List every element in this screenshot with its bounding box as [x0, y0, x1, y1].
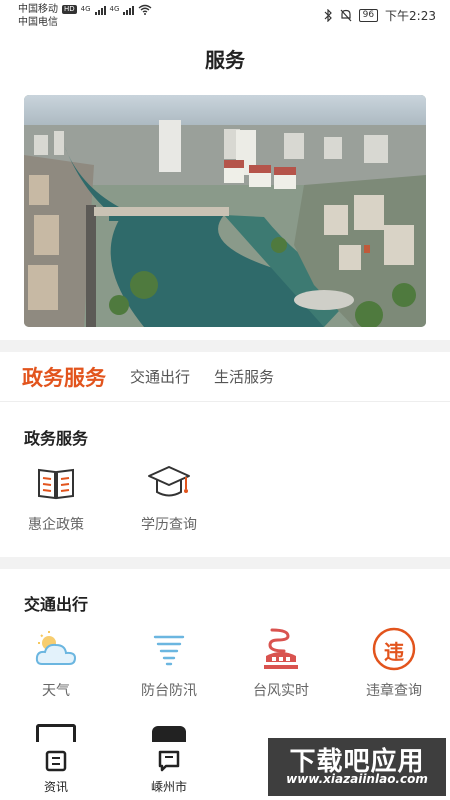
status-bar: 中国移动 HD 4G 4G 中国电信 96 下午2:23: [0, 0, 450, 32]
typhoon-icon: [258, 626, 304, 672]
next-row-icon-2: [152, 726, 186, 742]
next-row-icon-1: [36, 724, 76, 742]
banner-image[interactable]: [24, 95, 426, 327]
graduation-cap-icon: [146, 460, 192, 506]
news-icon: [45, 750, 67, 772]
wifi-icon: [138, 4, 152, 15]
nav-item-city[interactable]: 嵊州市: [139, 750, 199, 795]
category-tabs: 政务服务 交通出行 生活服务: [0, 352, 450, 402]
policy-book-icon: [33, 460, 79, 506]
service-item-label: 违章查询: [366, 683, 422, 699]
signal-1-icon: [94, 5, 106, 15]
weather-cloud-icon: [33, 626, 79, 672]
service-item-label: 天气: [42, 683, 70, 699]
violation-badge-char: 违: [384, 640, 404, 664]
battery-icon: 96: [358, 9, 379, 22]
service-item-violation[interactable]: 违 违章查询: [349, 626, 439, 700]
bluetooth-icon: [324, 9, 332, 22]
tab-life-services[interactable]: 生活服务: [214, 366, 274, 387]
service-item-label: 惠企政策: [28, 517, 84, 533]
city-river-illustration: [24, 95, 426, 327]
page-title: 服务: [205, 48, 245, 72]
service-item-typhoon[interactable]: 台风实时: [236, 626, 326, 700]
tornado-icon: [146, 626, 192, 672]
separator: [0, 340, 450, 352]
violation-badge-icon: 违: [371, 626, 417, 672]
watermark: 下载吧应用 www.xiazaiinlao.com: [268, 738, 446, 796]
tab-traffic[interactable]: 交通出行: [130, 366, 190, 387]
service-item-label: 防台防汛: [141, 683, 197, 699]
service-item-policy[interactable]: 惠企政策: [11, 460, 101, 534]
network-type-2: 4G: [109, 5, 120, 13]
city-icon: [158, 750, 180, 772]
mute-bell-icon: [340, 9, 352, 22]
watermark-url: www.xiazaiinlao.com: [286, 772, 428, 786]
tab-government-services[interactable]: 政务服务: [22, 362, 106, 392]
nav-item-news[interactable]: 资讯: [26, 750, 86, 795]
carrier-2-label: 中国电信: [18, 17, 58, 28]
service-item-flood[interactable]: 防台防汛: [124, 626, 214, 700]
separator: [0, 557, 450, 569]
nav-label: 资讯: [43, 780, 68, 794]
service-item-label: 台风实时: [253, 683, 309, 699]
hd-badge: HD: [62, 5, 77, 14]
network-type-1: 4G: [80, 5, 91, 13]
signal-2-icon: [123, 5, 135, 15]
clock: 下午2:23: [385, 9, 436, 23]
section-title-government: 政务服务: [24, 429, 89, 448]
service-item-education[interactable]: 学历查询: [124, 460, 214, 534]
carrier-1-label: 中国移动: [18, 4, 58, 15]
service-item-weather[interactable]: 天气: [11, 626, 101, 700]
carrier-info: 中国移动 HD 4G 4G 中国电信: [18, 3, 152, 29]
service-item-label: 学历查询: [141, 517, 197, 533]
nav-label: 嵊州市: [150, 780, 187, 794]
section-title-traffic: 交通出行: [24, 595, 89, 614]
